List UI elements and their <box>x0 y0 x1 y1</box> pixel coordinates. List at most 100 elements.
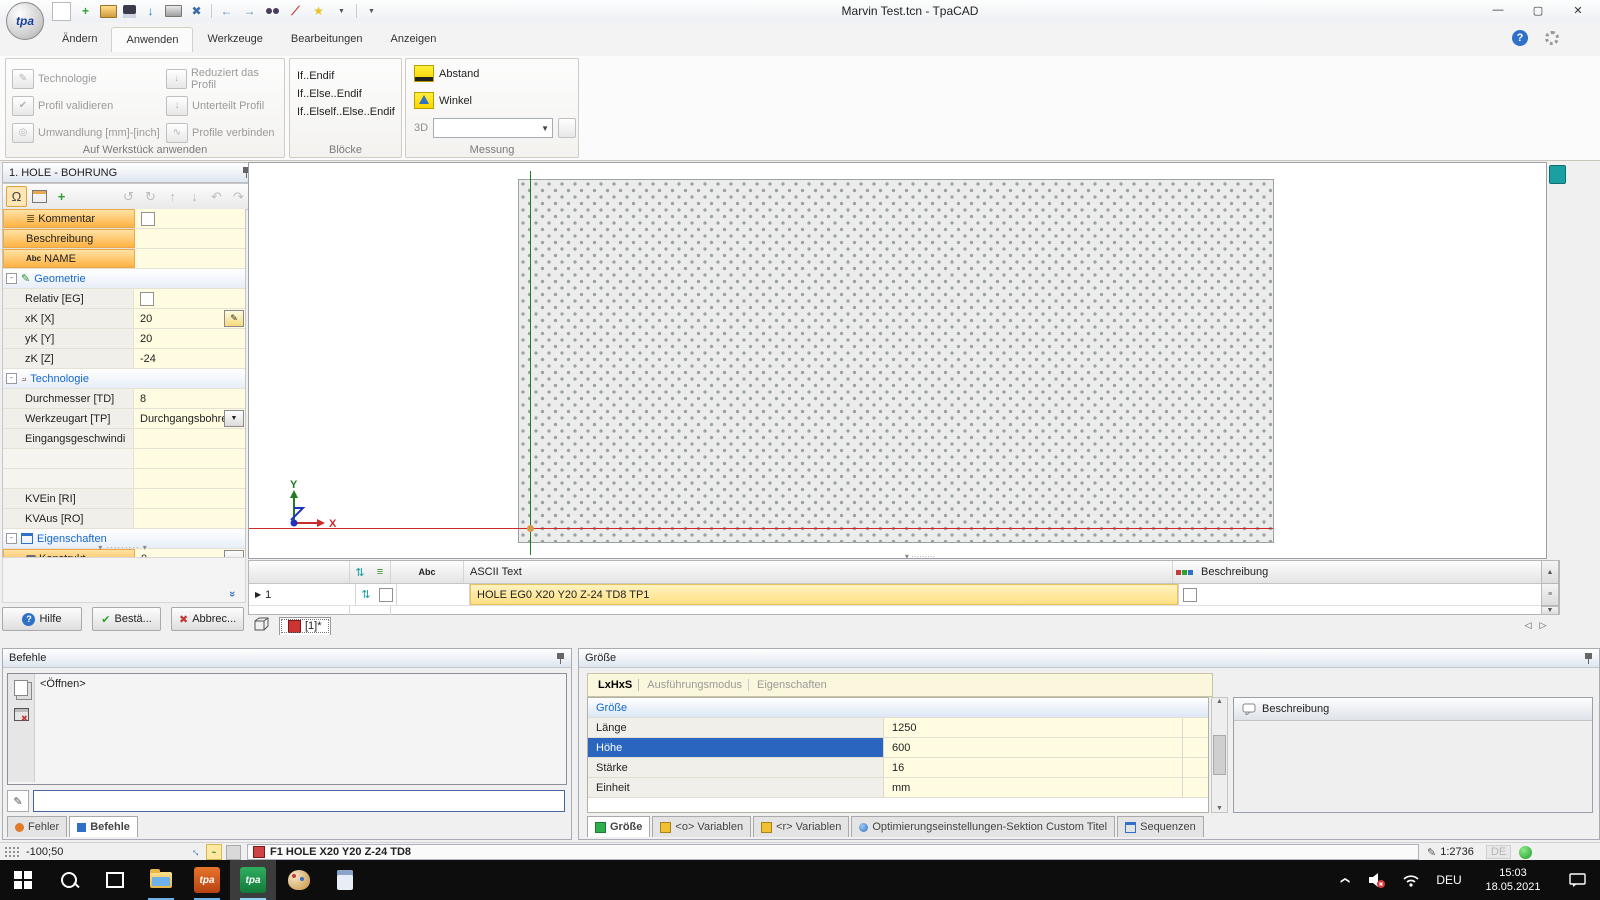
kvaus-input[interactable] <box>134 509 245 528</box>
row-laenge[interactable]: Länge 1250 <box>588 718 1208 738</box>
rownum-header[interactable] <box>249 561 349 583</box>
side-panel-icon[interactable] <box>1549 165 1566 184</box>
ascii-text-cell[interactable]: HOLE EG0 X20 Y20 Z-24 TD8 TP1 <box>470 584 1178 605</box>
tab-aendern[interactable]: Ändern <box>48 27 111 51</box>
row-xk[interactable]: xK [X] 20 ✎ <box>3 309 245 329</box>
scrollbar-thumb[interactable]: ≡ <box>1541 583 1559 606</box>
beschreibung-column-header[interactable]: Beschreibung <box>1195 566 1541 578</box>
restore-button[interactable]: ▢ <box>1518 0 1558 20</box>
row-yk[interactable]: yK [Y] 20 <box>3 329 245 349</box>
view-tab-3d[interactable] <box>248 615 275 636</box>
qat-customize-icon[interactable]: ▼ <box>363 3 380 20</box>
list-icon[interactable]: ≡ <box>370 566 390 578</box>
rotate-left-icon[interactable]: ↺ <box>119 187 138 206</box>
tab-optimierung[interactable]: Optimierungseinstellungen-Sektion Custom… <box>851 816 1115 837</box>
paint-button[interactable] <box>276 860 322 900</box>
tab-anwenden[interactable]: Anwenden <box>111 27 193 52</box>
action-center-button[interactable] <box>1556 860 1600 900</box>
ascii-column-header[interactable]: ASCII Text <box>464 566 1172 578</box>
command-input[interactable] <box>33 790 565 812</box>
tab-ausfuehrungsmodus[interactable]: Ausführungsmodus <box>641 679 749 691</box>
undo-icon[interactable]: ← <box>218 3 235 20</box>
beschreibung-input[interactable] <box>135 229 245 248</box>
hilfe-button[interactable]: ? Hilfe <box>2 607 82 631</box>
row-checkbox[interactable] <box>379 588 393 602</box>
beschreibung-cell[interactable] <box>1201 584 1541 605</box>
tpacad-orange-button[interactable]: tpa <box>184 860 230 900</box>
omega-macro-icon[interactable]: Ω <box>6 186 27 207</box>
edit-formula-button[interactable]: ✎ <box>224 310 244 327</box>
collapse-icon[interactable]: - <box>6 273 17 284</box>
tools-icon[interactable]: ⟋ <box>287 3 304 20</box>
befehle-open-item[interactable]: <Öffnen> <box>40 678 86 690</box>
tab-fehler[interactable]: Fehler <box>7 816 67 837</box>
view-tab-face1[interactable]: [1]* <box>279 617 331 635</box>
row-einheit[interactable]: Einheit mm <box>588 778 1208 798</box>
workpiece-panel[interactable] <box>518 179 1274 543</box>
if-elseif-else-endif-button[interactable]: If..Elself..Else..Endif <box>297 103 395 121</box>
start-button[interactable] <box>0 860 46 900</box>
minimize-button[interactable]: — <box>1478 0 1518 20</box>
row-eingangsgeschwindigkeit[interactable]: Eingangsgeschwindi <box>3 429 245 449</box>
row-relativ[interactable]: Relativ [EG] <box>3 289 245 309</box>
favorites-icon[interactable]: ★ <box>310 3 327 20</box>
fit-view-icon[interactable]: ↔ <box>188 844 204 860</box>
beschreibung-checkbox[interactable] <box>1183 588 1197 602</box>
kommentar-checkbox[interactable] <box>141 212 155 226</box>
pin-icon[interactable] <box>1584 653 1593 664</box>
unterteilt-profil-button[interactable]: ↓Unterteilt Profil <box>166 92 282 119</box>
tab-scroll-arrows[interactable]: ◁▷ <box>1525 620 1547 631</box>
3d-measure-select[interactable]: ▼ <box>433 118 553 138</box>
new-file-icon[interactable] <box>52 2 71 21</box>
tab-o-variablen[interactable]: <o> Variablen <box>652 816 751 837</box>
tab-lxhxs[interactable]: LxHxS <box>592 679 639 691</box>
collapse-chevron-icon[interactable]: » <box>226 591 238 597</box>
open-folder-icon[interactable] <box>100 5 117 18</box>
delete-icon[interactable]: ✖ <box>188 3 205 20</box>
hole-point[interactable] <box>527 525 534 532</box>
file-explorer-button[interactable] <box>138 860 184 900</box>
sort-icon[interactable]: ⇅ <box>350 566 370 579</box>
close-button[interactable]: ✕ <box>1558 0 1598 20</box>
groesse-scrollbar[interactable]: ▲ ▼ <box>1211 697 1228 813</box>
umwandlung-button[interactable]: ◎Umwandlung [mm]-[inch] <box>12 119 162 146</box>
move-up-icon[interactable]: ↑ <box>163 187 182 206</box>
scroll-up-button[interactable]: ▲ <box>1541 560 1559 584</box>
tab-sequenzen[interactable]: Sequenzen <box>1117 816 1204 837</box>
rotate-right-icon[interactable]: ↻ <box>141 187 160 206</box>
copy-pages-icon[interactable] <box>14 680 28 696</box>
redo-step-icon[interactable]: ↷ <box>229 187 248 206</box>
qat-dropdown-icon[interactable]: ▼ <box>333 3 350 20</box>
abstand-button[interactable]: Abstand <box>414 65 479 82</box>
clock-button[interactable]: 15:03 18.05.2021 <box>1470 860 1556 900</box>
tab-bearbeitungen[interactable]: Bearbeitungen <box>277 27 377 51</box>
add-node-icon[interactable]: + <box>52 187 71 206</box>
search-binoculars-icon[interactable] <box>264 3 281 20</box>
scrollbar-thumb[interactable] <box>1213 735 1226 775</box>
calculator-button[interactable] <box>322 860 368 900</box>
undo-step-icon[interactable]: ↶ <box>207 187 226 206</box>
name-input[interactable] <box>135 249 245 268</box>
profil-validieren-button[interactable]: ✔Profil validieren <box>12 92 162 119</box>
row-kommentar[interactable]: ≣Kommentar <box>3 209 245 229</box>
collapse-icon[interactable]: - <box>6 373 17 384</box>
properties-cubes-icon[interactable] <box>1173 570 1195 575</box>
abbrechen-button[interactable]: ✖ Abbrec... <box>171 607 244 631</box>
relativ-checkbox[interactable] <box>140 292 154 306</box>
tray-expand-button[interactable]: ❯ <box>1330 860 1360 900</box>
row-name[interactable]: AbcNAME <box>3 249 245 269</box>
row-hoehe[interactable]: Höhe 600 <box>588 738 1208 758</box>
abc-cell[interactable] <box>397 584 469 605</box>
abc-column-header[interactable]: Abc <box>391 567 463 577</box>
bestaetigen-button[interactable]: ✔ Bestä... <box>92 607 161 631</box>
row-durchmesser[interactable]: Durchmesser [TD] 8 <box>3 389 245 409</box>
drawing-canvas[interactable]: Y X <box>248 162 1547 559</box>
row-kvaus[interactable]: KVAus [RO] <box>3 509 245 529</box>
sequence-row-1[interactable]: ▶ 1 ⇅ HOLE EG0 X20 Y20 Z-24 TD8 TP1 ≡ <box>249 584 1559 606</box>
keyboard-language-button[interactable]: DEU <box>1428 860 1470 900</box>
panel-splitter[interactable]: ▾ ········· ▾ <box>2 543 244 555</box>
section-geometrie[interactable]: - ✎Geometrie <box>3 269 245 289</box>
network-button[interactable] <box>1394 860 1428 900</box>
row-beschreibung[interactable]: Beschreibung <box>3 229 245 249</box>
tab-anzeigen[interactable]: Anzeigen <box>376 27 450 51</box>
